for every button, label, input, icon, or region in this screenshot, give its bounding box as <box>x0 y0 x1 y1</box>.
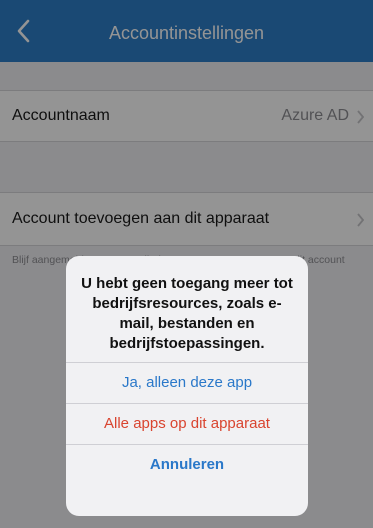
all-apps-button[interactable]: Alle apps op dit apparaat <box>66 403 308 444</box>
only-this-app-button[interactable]: Ja, alleen deze app <box>66 362 308 403</box>
cancel-button[interactable]: Annuleren <box>66 444 308 485</box>
alert-message: U hebt geen toegang meer tot bedrijfsres… <box>81 275 293 352</box>
action-alert: U hebt geen toegang meer tot bedrijfsres… <box>66 256 308 516</box>
